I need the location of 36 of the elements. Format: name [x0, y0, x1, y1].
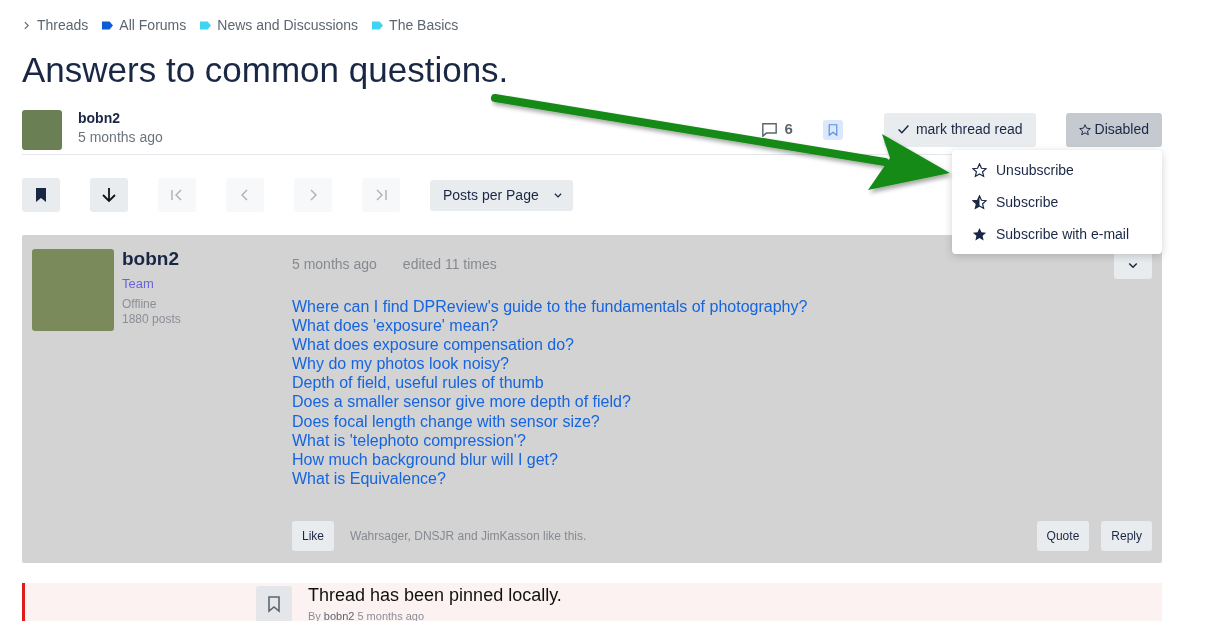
- question-link[interactable]: Where can I find DPReview's guide to the fundamentals of photography?: [292, 297, 808, 317]
- question-link[interactable]: Does focal length change with sensor size?: [292, 411, 600, 431]
- posts-per-page-select[interactable]: Posts per Page: [430, 179, 573, 211]
- edited-note: edited 11 times: [402, 255, 497, 274]
- menu-item[interactable]: Subscribe with e-mail: [952, 218, 1162, 250]
- breadcrumb-link[interactable]: All Forums: [102, 14, 187, 36]
- breadcrumb-link[interactable]: The Basics: [372, 14, 459, 36]
- author-name[interactable]: bobn2: [78, 111, 163, 127]
- quote-button[interactable]: Quote: [1036, 521, 1090, 551]
- breadcrumb-link[interactable]: News and Discussions: [200, 14, 359, 36]
- question-link[interactable]: What does 'exposure' mean?: [292, 316, 499, 336]
- likes-text: Wahrsager, DNSJR and JimKasson like this.: [350, 528, 587, 545]
- menu-item[interactable]: Unsubscribe: [952, 154, 1162, 186]
- question-link[interactable]: Does a smaller sensor give more depth of field?: [292, 392, 631, 412]
- question-link[interactable]: Depth of field, useful rules of thumb: [292, 373, 544, 393]
- post-time: 5 months ago: [78, 127, 163, 147]
- like-button[interactable]: Like: [292, 521, 334, 551]
- author-name[interactable]: bobn2: [122, 249, 181, 270]
- breadcrumb-link[interactable]: Threads: [22, 14, 89, 36]
- notice-title: Thread has been pinned locally.: [308, 586, 562, 606]
- author-link[interactable]: bobn2: [323, 607, 355, 621]
- reply-button[interactable]: Reply: [1101, 521, 1152, 551]
- user-role: Team: [122, 274, 155, 293]
- question-link[interactable]: What is Equivalence?: [292, 468, 446, 488]
- question-link[interactable]: What does exposure compensation do?: [292, 335, 574, 355]
- question-link[interactable]: What is 'telephoto compression'?: [292, 430, 526, 450]
- subscription-button[interactable]: Disabled: [1065, 112, 1162, 147]
- question-link[interactable]: Why do my photos look noisy?: [292, 354, 509, 374]
- reply-count: 6: [784, 119, 793, 140]
- thread-title: Answers to common questions.: [22, 49, 510, 91]
- post-time: 5 months ago: [292, 255, 377, 274]
- mark-read-button[interactable]: mark thread read: [883, 112, 1036, 147]
- question-link[interactable]: How much background blur will I get?: [292, 449, 558, 469]
- post-count: 1880 posts: [122, 311, 181, 327]
- menu-item[interactable]: Subscribe: [952, 186, 1162, 218]
- user-status: Offline: [122, 297, 158, 312]
